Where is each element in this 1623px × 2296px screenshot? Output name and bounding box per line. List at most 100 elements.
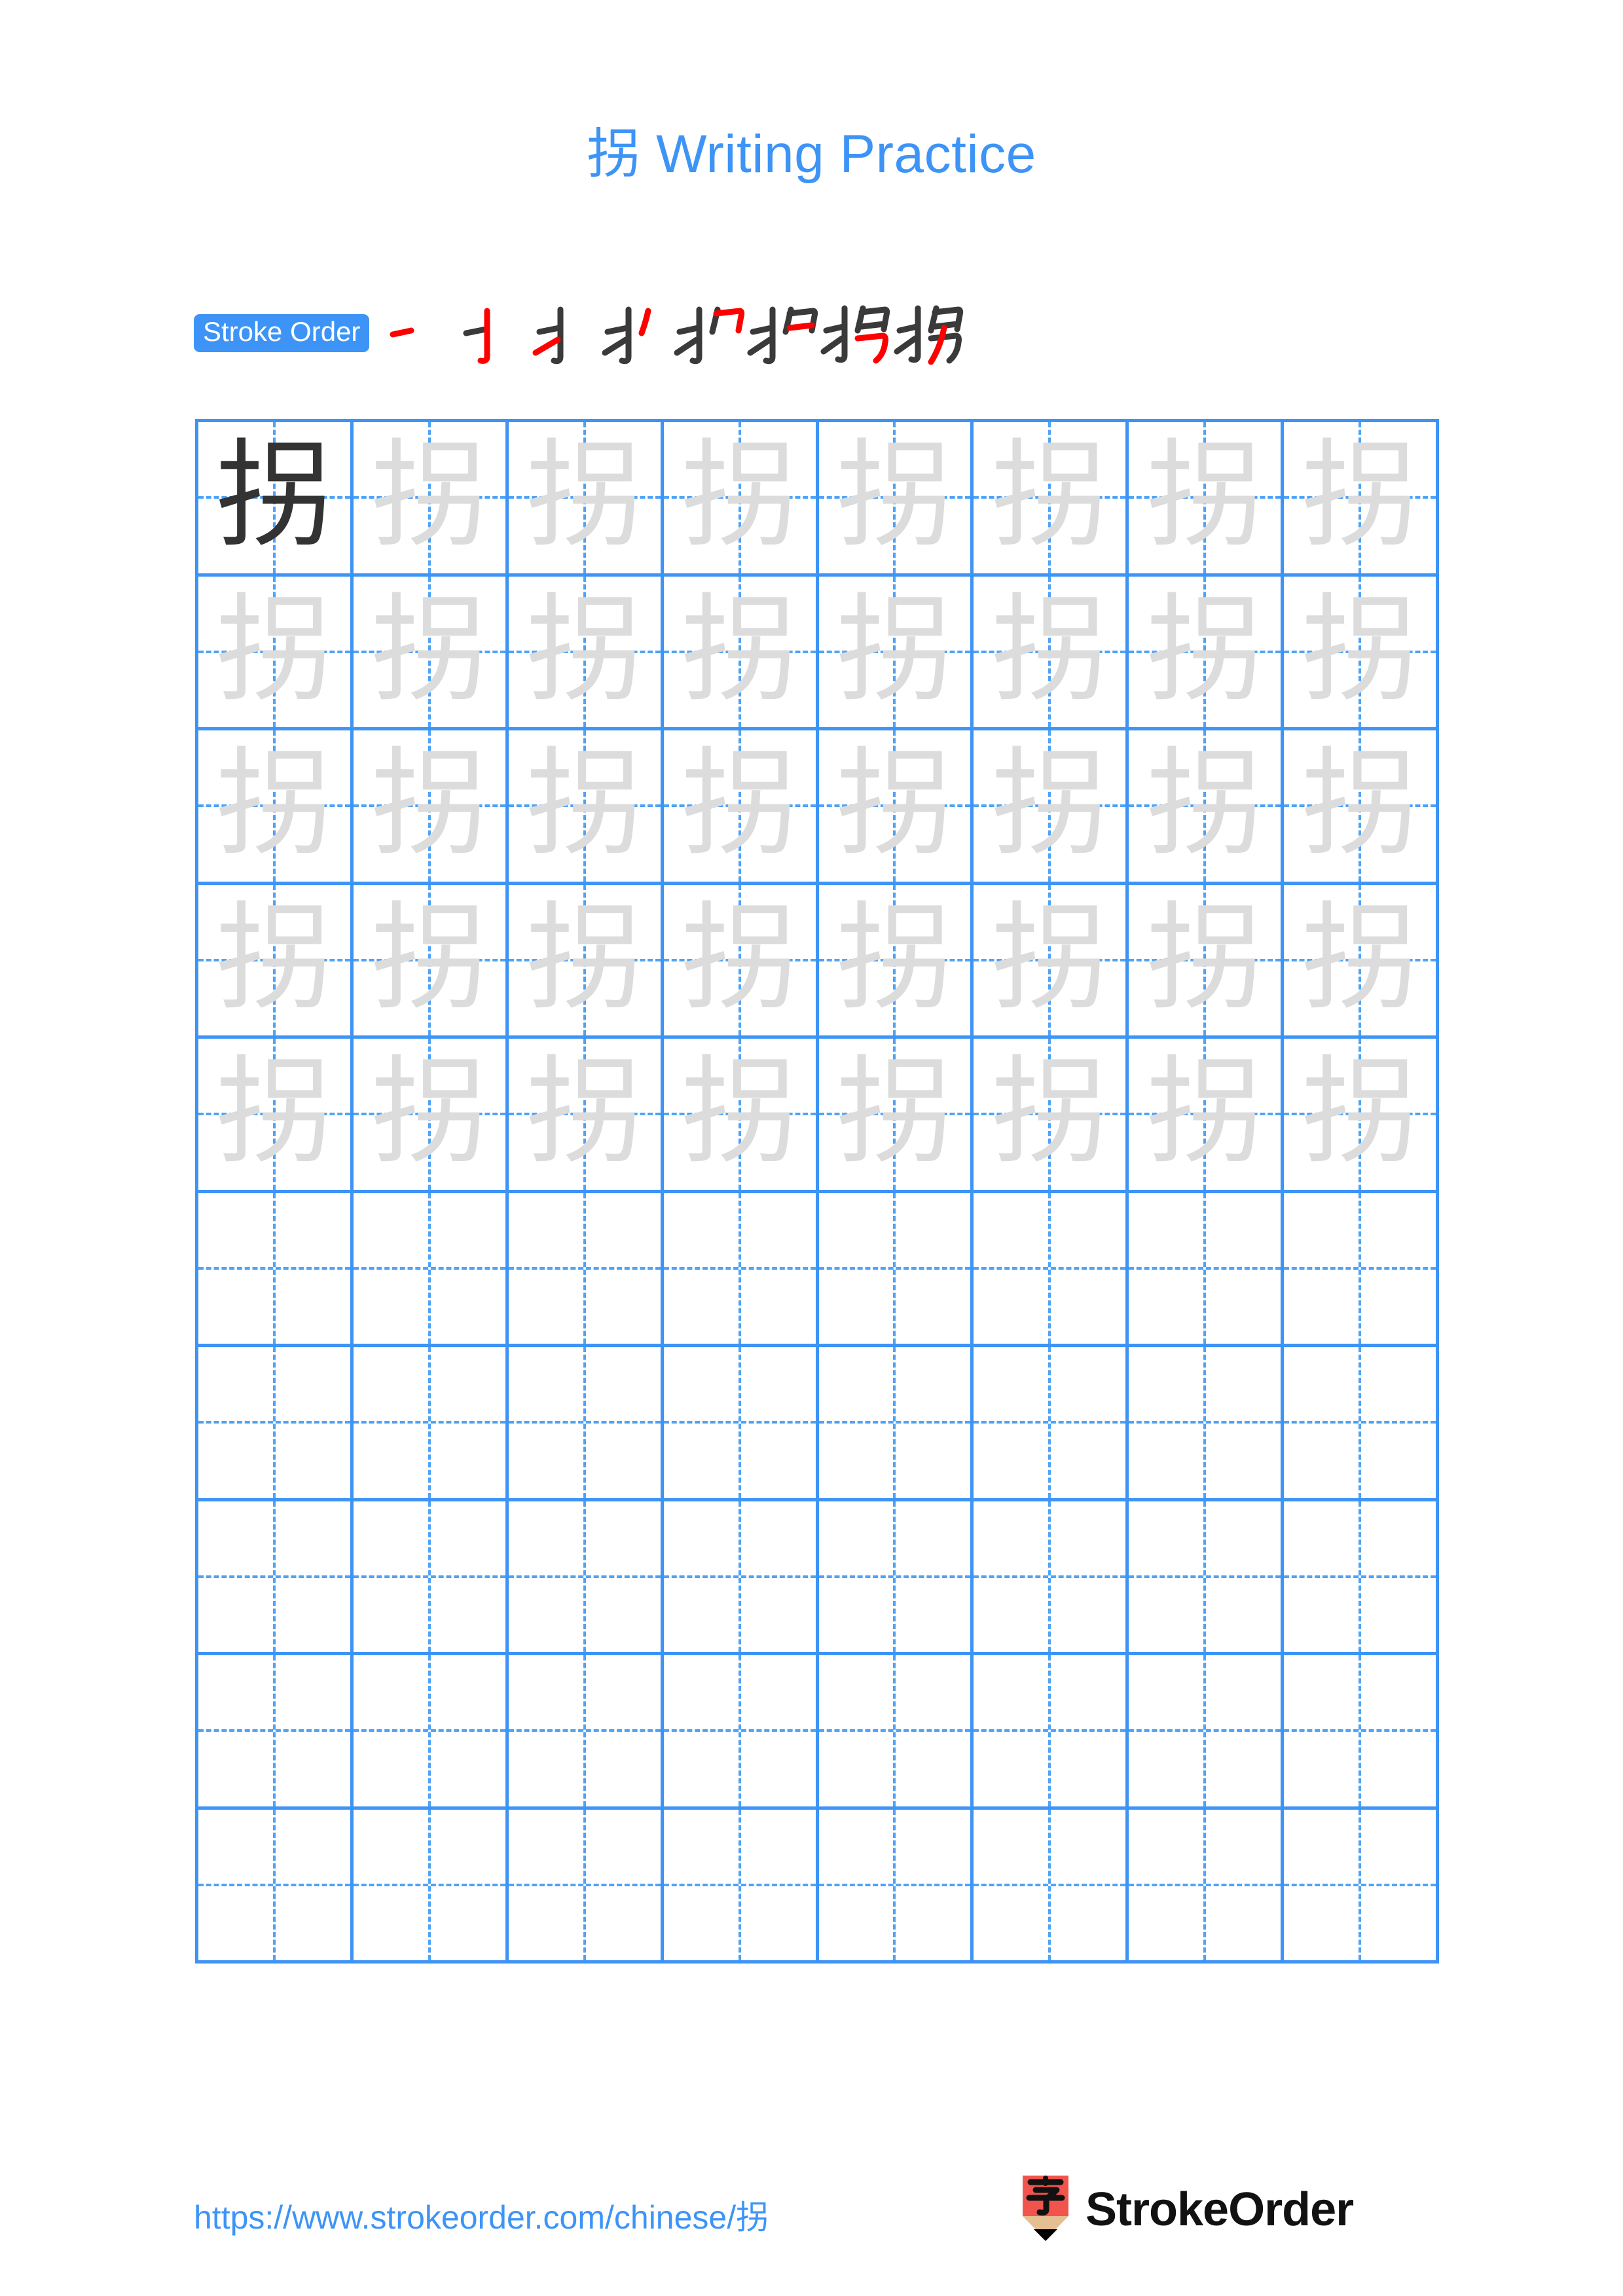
practice-grid-cell[interactable] [1284, 1501, 1439, 1655]
practice-grid-cell[interactable] [1284, 1809, 1439, 1964]
practice-grid-cell[interactable] [1129, 1347, 1285, 1501]
practice-grid-cell[interactable]: 拐 [508, 576, 664, 730]
practice-grid-cell[interactable]: 拐 [1284, 730, 1439, 885]
stroke-order-sequence [381, 302, 968, 365]
practice-grid-cell[interactable] [663, 1809, 819, 1964]
practice-grid-cell[interactable]: 拐 [353, 730, 509, 885]
trace-character: 拐 [836, 427, 953, 564]
trace-character: 拐 [1146, 736, 1264, 872]
practice-grid-cell[interactable]: 拐 [818, 576, 974, 730]
practice-grid-cell[interactable] [663, 1501, 819, 1655]
practice-grid-cell[interactable]: 拐 [974, 422, 1129, 577]
practice-grid-cell[interactable] [974, 1501, 1129, 1655]
practice-grid-cell[interactable] [1284, 1655, 1439, 1810]
practice-grid-cell[interactable]: 拐 [1129, 730, 1285, 885]
practice-grid-cell[interactable] [508, 1655, 664, 1810]
practice-grid-cell[interactable] [1129, 1809, 1285, 1964]
practice-grid: 拐拐拐拐拐拐拐拐拐拐拐拐拐拐拐拐拐拐拐拐拐拐拐拐拐拐拐拐拐拐拐拐拐拐拐拐拐拐拐拐 [195, 419, 1439, 1964]
practice-grid-cell[interactable]: 拐 [1284, 1039, 1439, 1193]
trace-character: 拐 [526, 889, 643, 1026]
practice-grid-cell[interactable] [663, 1347, 819, 1501]
practice-grid-cell[interactable]: 拐 [508, 884, 664, 1039]
practice-grid-cell[interactable] [818, 1501, 974, 1655]
practice-grid-cell[interactable]: 拐 [198, 730, 354, 885]
practice-grid-cell[interactable]: 拐 [818, 884, 974, 1039]
practice-grid-cell[interactable] [1284, 1193, 1439, 1347]
practice-grid-row [198, 1193, 1439, 1347]
practice-grid-cell[interactable] [1129, 1655, 1285, 1810]
practice-grid-cell[interactable] [663, 1655, 819, 1810]
empty-cell [974, 1193, 1125, 1344]
practice-grid-cell[interactable]: 拐 [1284, 422, 1439, 577]
practice-grid-cell[interactable] [508, 1347, 664, 1501]
practice-grid-cell[interactable] [974, 1347, 1129, 1501]
practice-grid-cell[interactable]: 拐 [818, 422, 974, 577]
practice-grid-cell[interactable] [353, 1193, 509, 1347]
practice-grid-cell[interactable]: 拐 [974, 730, 1129, 885]
practice-grid-cell[interactable]: 拐 [508, 730, 664, 885]
practice-grid-cell[interactable] [818, 1809, 974, 1964]
page-title: 拐 Writing Practice [587, 124, 1036, 184]
practice-grid-cell[interactable] [198, 1809, 354, 1964]
practice-grid-cell[interactable] [508, 1809, 664, 1964]
practice-grid-cell[interactable]: 拐 [353, 422, 509, 577]
practice-grid-cell[interactable] [353, 1347, 509, 1501]
practice-grid-cell[interactable]: 拐 [974, 576, 1129, 730]
empty-cell [664, 1347, 816, 1498]
practice-grid-row [198, 1501, 1439, 1655]
practice-grid-cell[interactable]: 拐 [1284, 576, 1439, 730]
practice-grid-cell[interactable]: 拐 [1129, 422, 1285, 577]
practice-grid-cell[interactable] [508, 1501, 664, 1655]
strokeorder-logo[interactable]: StrokeOrder [1020, 2173, 1354, 2246]
practice-grid-cell[interactable]: 拐 [663, 884, 819, 1039]
practice-grid-row: 拐拐拐拐拐拐拐拐 [198, 730, 1439, 885]
practice-grid-cell[interactable] [198, 1347, 354, 1501]
practice-grid-cell[interactable]: 拐 [198, 1039, 354, 1193]
empty-cell [509, 1810, 661, 1961]
trace-character: 拐 [215, 889, 333, 1026]
pencil-zi-logo-icon [1020, 2176, 1071, 2244]
practice-grid-cell[interactable]: 拐 [663, 1039, 819, 1193]
practice-grid-cell[interactable]: 拐 [974, 1039, 1129, 1193]
empty-cell [354, 1810, 505, 1961]
practice-grid-cell[interactable] [818, 1655, 974, 1810]
practice-grid-cell[interactable] [818, 1193, 974, 1347]
practice-grid-cell[interactable] [1284, 1347, 1439, 1501]
practice-grid-cell[interactable] [508, 1193, 664, 1347]
practice-grid-cell[interactable] [974, 1655, 1129, 1810]
practice-grid-cell[interactable] [1129, 1501, 1285, 1655]
practice-grid-cell[interactable] [818, 1347, 974, 1501]
practice-grid-cell[interactable] [198, 1193, 354, 1347]
practice-grid-cell[interactable] [353, 1809, 509, 1964]
practice-grid-cell[interactable] [353, 1655, 509, 1810]
practice-grid-cell[interactable]: 拐 [663, 422, 819, 577]
practice-grid-cell[interactable] [663, 1193, 819, 1347]
practice-grid-cell[interactable]: 拐 [1129, 576, 1285, 730]
practice-grid-cell[interactable] [353, 1501, 509, 1655]
practice-grid-cell[interactable]: 拐 [1129, 884, 1285, 1039]
practice-grid-cell[interactable]: 拐 [974, 884, 1129, 1039]
practice-grid-cell[interactable]: 拐 [818, 730, 974, 885]
practice-grid-cell[interactable]: 拐 [663, 730, 819, 885]
empty-cell [1284, 1810, 1436, 1961]
empty-cell [664, 1193, 816, 1344]
trace-character: 拐 [1146, 427, 1264, 564]
practice-grid-cell[interactable]: 拐 [508, 1039, 664, 1193]
practice-grid-cell[interactable] [1129, 1193, 1285, 1347]
practice-grid-cell[interactable]: 拐 [1284, 884, 1439, 1039]
practice-grid-cell[interactable]: 拐 [818, 1039, 974, 1193]
practice-grid-cell[interactable]: 拐 [353, 884, 509, 1039]
practice-grid-cell[interactable]: 拐 [198, 576, 354, 730]
practice-grid-cell[interactable] [974, 1193, 1129, 1347]
practice-grid-cell[interactable]: 拐 [198, 422, 354, 577]
practice-grid-cell[interactable]: 拐 [1129, 1039, 1285, 1193]
practice-grid-cell[interactable]: 拐 [198, 884, 354, 1039]
practice-grid-cell[interactable]: 拐 [508, 422, 664, 577]
source-url-link[interactable]: https://www.strokeorder.com/chinese/拐 [194, 2191, 769, 2238]
practice-grid-cell[interactable] [974, 1809, 1129, 1964]
practice-grid-cell[interactable]: 拐 [353, 576, 509, 730]
practice-grid-cell[interactable]: 拐 [663, 576, 819, 730]
practice-grid-cell[interactable]: 拐 [353, 1039, 509, 1193]
practice-grid-cell[interactable] [198, 1655, 354, 1810]
practice-grid-cell[interactable] [198, 1501, 354, 1655]
